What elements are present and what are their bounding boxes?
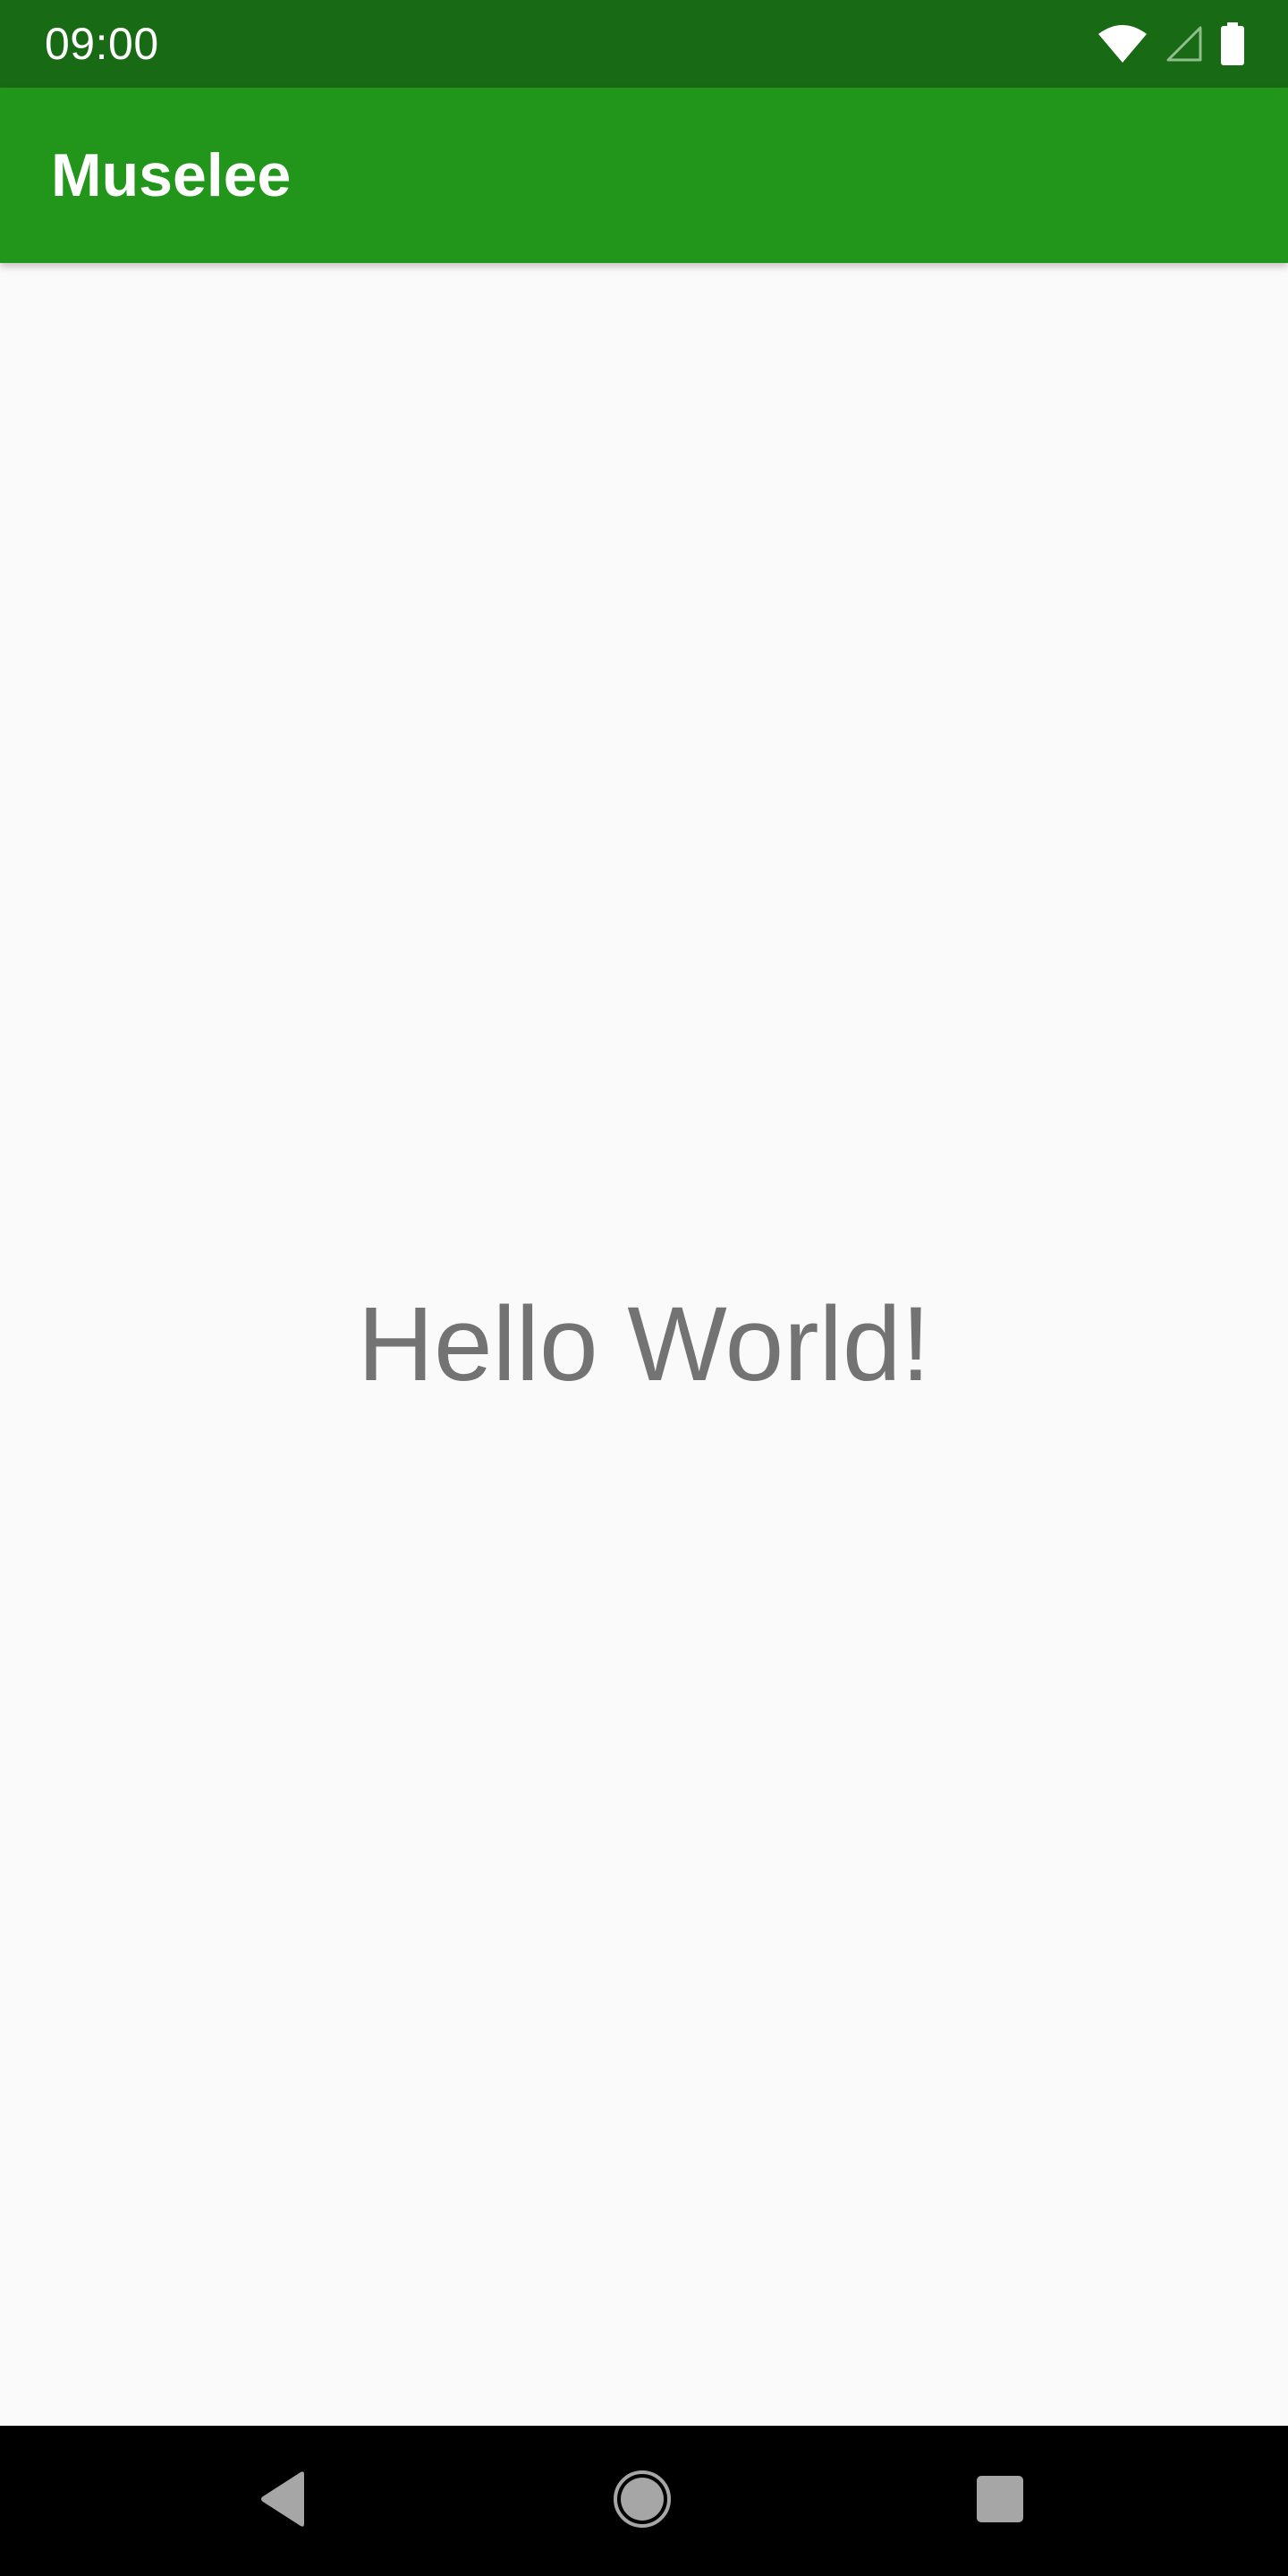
home-button[interactable]: [567, 2426, 717, 2576]
cellular-signal-icon: [1165, 24, 1204, 64]
recents-button[interactable]: [925, 2426, 1075, 2576]
status-icons: [1097, 0, 1245, 88]
hello-text: Hello World!: [357, 1285, 931, 1403]
main-content: Hello World!: [0, 263, 1288, 2426]
home-icon: [612, 2469, 673, 2534]
navigation-bar: [0, 2426, 1288, 2576]
back-icon: [258, 2470, 311, 2532]
app-title: Muselee: [51, 141, 292, 209]
battery-icon: [1220, 22, 1245, 65]
wifi-icon: [1097, 23, 1148, 64]
back-button[interactable]: [209, 2426, 360, 2576]
status-time: 09:00: [45, 19, 159, 69]
app-bar: Muselee: [0, 88, 1288, 263]
status-bar: 09:00: [0, 0, 1288, 88]
recents-icon: [976, 2475, 1024, 2528]
